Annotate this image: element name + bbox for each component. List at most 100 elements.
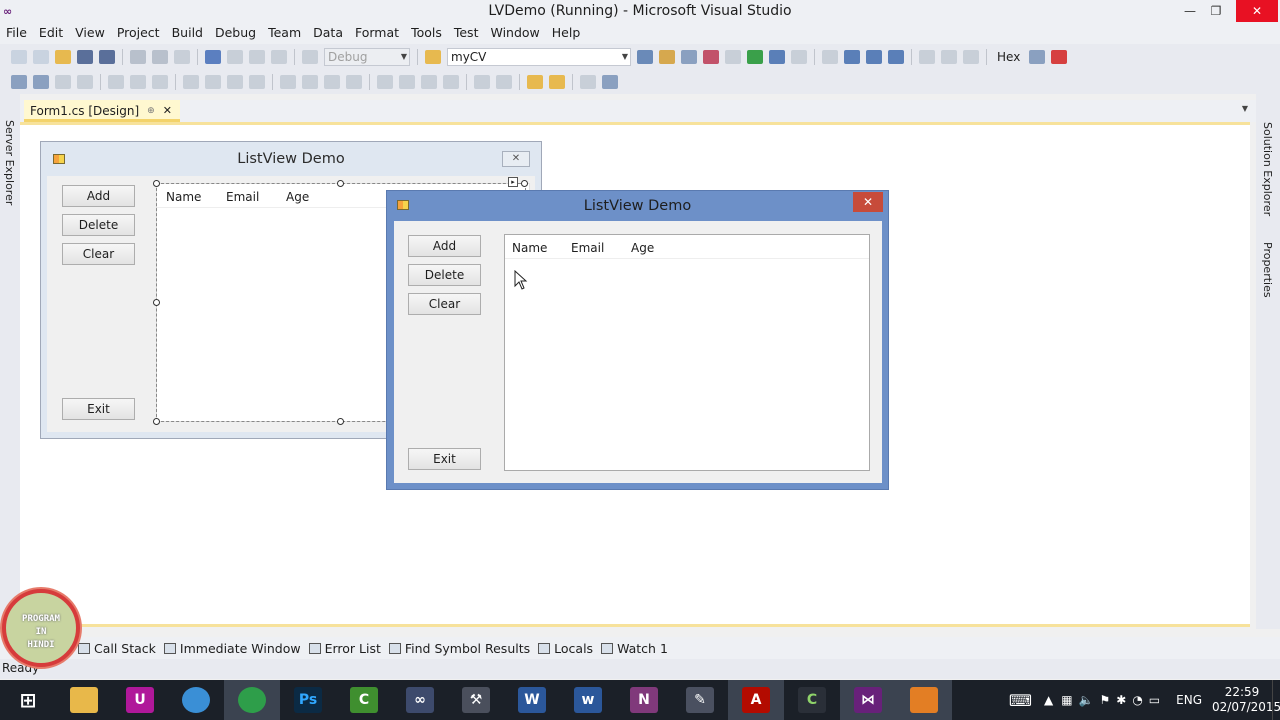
vertical-spacing-icon[interactable] [377,74,393,89]
column-header-name[interactable]: Name [512,241,547,255]
menu-edit[interactable]: Edit [33,24,69,44]
tab-form1-design[interactable]: Form1.cs [Design] ⊕ ✕ [24,100,180,122]
toolbox-icon[interactable] [703,49,719,64]
pin-icon[interactable]: ⊕ [147,106,155,116]
resize-handle[interactable] [337,180,344,187]
align-bottoms-icon[interactable] [152,74,168,89]
taskbar-visual-studio[interactable]: ⋈ [840,680,896,720]
design-clear-button[interactable]: Clear [62,243,135,265]
tab-watch-1[interactable]: Watch 1 [601,641,668,656]
step-into-icon[interactable] [941,49,957,64]
cut-icon[interactable] [130,49,146,64]
send-to-back-icon[interactable] [549,74,565,89]
open-file-icon[interactable] [55,49,71,64]
taskbar-tools[interactable]: ⚒ [448,680,504,720]
add-button[interactable]: Add [408,235,481,257]
menu-view[interactable]: View [69,24,111,44]
solution-config-dropdown[interactable]: Debug ▼ [324,47,410,66]
tab-find-symbol-results[interactable]: Find Symbol Results [388,641,530,656]
align-middles-icon[interactable] [130,74,146,89]
object-browser-icon[interactable] [681,49,697,64]
menu-data[interactable]: Data [307,24,349,44]
taskbar-running-app[interactable] [896,680,952,720]
resize-handle[interactable] [153,418,160,425]
increase-spacing-icon[interactable] [302,74,318,89]
horizontal-spacing-icon[interactable] [280,74,296,89]
command-window-icon[interactable] [791,49,807,64]
smart-tag-icon[interactable]: ▸ [508,177,518,187]
center-vertically-icon[interactable] [496,74,512,89]
make-same-width-icon[interactable] [183,74,199,89]
column-header-email[interactable]: Email [571,241,604,255]
show-desktop-button[interactable] [1272,680,1280,720]
design-delete-button[interactable]: Delete [62,214,135,236]
menu-tools[interactable]: Tools [405,24,448,44]
tab-error-list[interactable]: Error List [308,641,381,656]
properties-icon[interactable] [659,49,675,64]
menu-build[interactable]: Build [166,24,209,44]
taskbar-acrobat[interactable]: A [728,680,784,720]
taskbar-word[interactable]: W [504,680,560,720]
tab-locals[interactable]: Locals [538,641,593,656]
find-in-files-icon[interactable] [425,49,441,64]
menu-debug[interactable]: Debug [209,24,262,44]
column-header-age[interactable]: Age [631,241,654,255]
taskbar-camtasia-2[interactable]: C [784,680,840,720]
design-add-button[interactable]: Add [62,185,135,207]
navigate-forward-icon[interactable] [271,49,287,64]
menu-team[interactable]: Team [262,24,307,44]
solution-explorer-icon[interactable] [637,49,653,64]
menu-file[interactable]: File [0,24,33,44]
hex-toggle[interactable]: Hex [997,50,1020,64]
increase-vertical-spacing-icon[interactable] [399,74,415,89]
properties-tab[interactable]: Properties [1261,242,1274,298]
continue-icon[interactable] [822,49,838,64]
running-form-close-button[interactable]: ✕ [853,192,883,212]
taskbar-file-explorer[interactable] [56,680,112,720]
new-project-icon[interactable] [11,49,27,64]
paste-icon[interactable] [174,49,190,64]
flag-icon[interactable]: ⚑ [1099,693,1110,707]
maximize-button[interactable]: ❐ [1201,0,1231,22]
save-icon[interactable] [77,49,93,64]
undo-icon[interactable] [205,49,221,64]
display-icon[interactable]: ▭ [1149,693,1160,707]
running-form-window[interactable]: ListView Demo ✕ Add Delete Clear Exit Na… [386,190,889,490]
delete-button[interactable]: Delete [408,264,481,286]
exception-settings-icon[interactable] [1051,49,1068,64]
align-rights-icon[interactable] [77,74,93,89]
design-exit-button[interactable]: Exit [62,398,135,420]
align-lefts-icon[interactable] [33,74,49,89]
remove-spacing-icon[interactable] [346,74,362,89]
lock-controls-icon[interactable] [602,74,618,89]
decrease-vertical-spacing-icon[interactable] [421,74,437,89]
start-button[interactable]: ⊞ [0,680,56,720]
keyboard-icon[interactable]: ⌨ [1009,691,1032,710]
navigate-backward-icon[interactable] [249,49,265,64]
center-horizontally-icon[interactable] [474,74,490,89]
tab-call-stack[interactable]: Call Stack [78,641,156,656]
clear-button[interactable]: Clear [408,293,481,315]
tray-overflow-icon[interactable]: ▲ [1044,693,1053,707]
size-to-grid-icon[interactable] [249,74,265,89]
close-tab-icon[interactable]: ✕ [163,104,172,117]
menu-project[interactable]: Project [111,24,166,44]
class-view-icon[interactable] [769,49,785,64]
exit-button[interactable]: Exit [408,448,481,470]
taskbar-word-2[interactable]: w [560,680,616,720]
resize-handle[interactable] [521,180,528,187]
start-debug-icon[interactable] [302,49,318,64]
resize-handle[interactable] [153,180,160,187]
taskbar-utility[interactable]: ✎ [672,680,728,720]
menu-format[interactable]: Format [349,24,405,44]
sync-icon[interactable]: ✱ [1116,693,1126,707]
volume-icon[interactable]: 🔈 [1079,693,1094,707]
make-same-size-icon[interactable] [227,74,243,89]
wifi-icon[interactable]: ◔ [1132,693,1142,707]
listview[interactable]: Name Email Age [504,234,870,471]
close-window-button[interactable]: ✕ [1236,0,1278,22]
copy-icon[interactable] [152,49,168,64]
taskbar-purple-app[interactable]: U [112,680,168,720]
start-page-icon[interactable] [725,49,741,64]
show-threads-icon[interactable] [1029,49,1046,64]
